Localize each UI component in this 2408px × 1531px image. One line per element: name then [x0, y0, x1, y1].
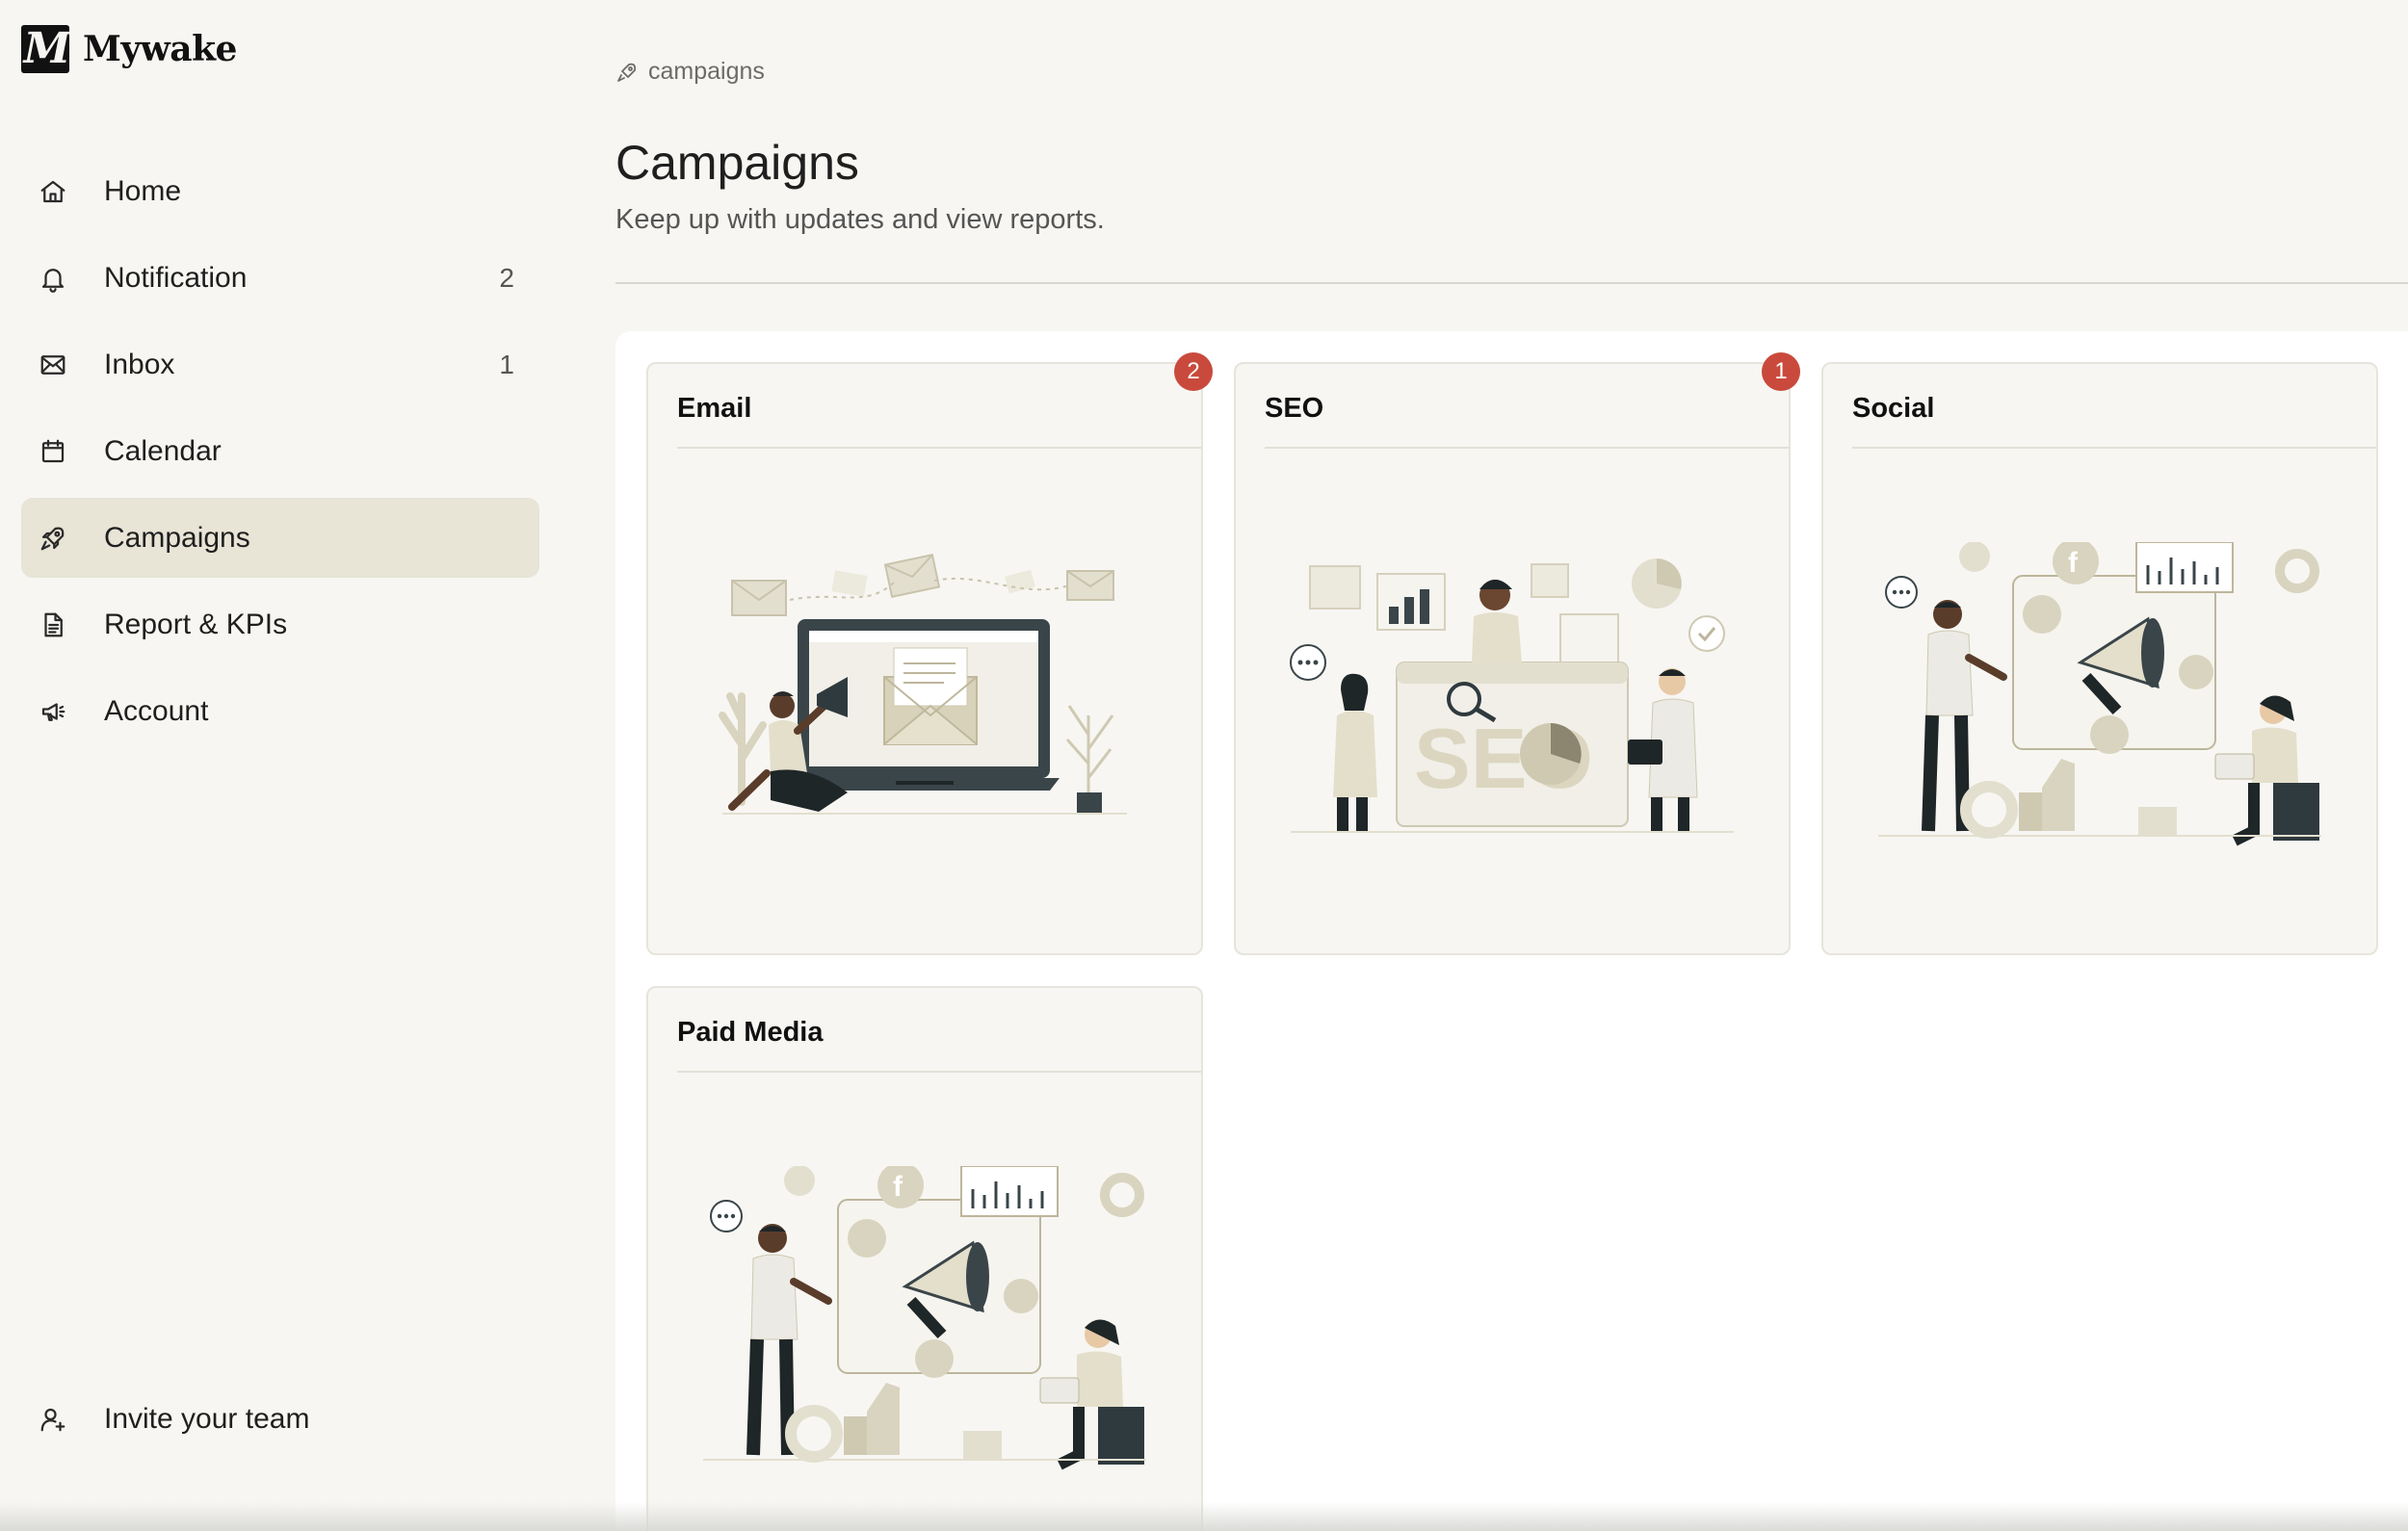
campaign-card-seo[interactable]: SEO 1 SEO: [1234, 352, 1800, 955]
page-subtitle: Keep up with updates and view reports.: [615, 204, 1105, 235]
notification-badge: 2: [1174, 352, 1213, 391]
inbox-count: 1: [499, 349, 514, 379]
sidebar-item-label: Account: [104, 694, 209, 727]
campaigns-panel: Email 2 SEO 1 SEO Social f Paid Media f: [615, 331, 2408, 1531]
card-divider: [677, 1071, 1201, 1073]
home-icon: [37, 175, 69, 208]
sidebar-item-label: Report & KPIs: [104, 608, 288, 640]
window-bottom-shadow: [0, 1502, 2408, 1531]
sidebar-item-notification[interactable]: Notification 2: [21, 238, 539, 318]
sidebar-item-label: Calendar: [104, 434, 222, 467]
mail-icon: [37, 349, 69, 381]
sidebar-item-label: Notification: [104, 261, 248, 294]
sidebar-item-label: Campaigns: [104, 521, 250, 554]
calendar-icon: [37, 435, 69, 468]
social-media-illustration: f: [1878, 542, 2321, 846]
card-divider: [1852, 447, 2376, 449]
app-name: Mywake: [83, 29, 237, 69]
sidebar: M Mywake Home Notification 2 Inbox 1 Cal…: [0, 0, 568, 1531]
card-title: SEO: [1265, 393, 1324, 424]
sidebar-item-calendar[interactable]: Calendar: [21, 411, 539, 491]
notification-badge: 1: [1762, 352, 1800, 391]
sidebar-item-account[interactable]: Account: [21, 671, 539, 751]
card-divider: [1265, 447, 1789, 449]
megaphone-icon: [37, 695, 69, 728]
card-divider: [677, 447, 1201, 449]
invite-team-button[interactable]: Invite your team: [21, 1379, 539, 1459]
breadcrumb-item[interactable]: campaigns: [648, 58, 765, 86]
card-title: Social: [1852, 393, 1935, 424]
document-icon: [37, 609, 69, 641]
notification-count: 2: [499, 262, 514, 293]
paid-media-illustration: f: [703, 1166, 1146, 1470]
rocket-icon: [37, 522, 69, 555]
app-logo[interactable]: M Mywake: [21, 25, 237, 73]
sidebar-item-label: Inbox: [104, 348, 175, 380]
svg-text:f: f: [2068, 547, 2079, 579]
sidebar-item-home[interactable]: Home: [21, 151, 539, 231]
seo-illustration: SEO: [1290, 558, 1734, 833]
page-title: Campaigns: [615, 136, 859, 190]
campaign-card-paid-media[interactable]: Paid Media f: [646, 986, 1203, 1531]
campaign-card-email[interactable]: Email 2: [646, 352, 1213, 955]
sidebar-item-label: Home: [104, 174, 182, 207]
logo-mark-icon: M: [21, 25, 70, 73]
email-marketing-illustration: [719, 553, 1127, 815]
sidebar-item-campaigns[interactable]: Campaigns: [21, 498, 539, 578]
rocket-icon: [617, 63, 637, 82]
sidebar-item-report-kpis[interactable]: Report & KPIs: [21, 584, 539, 664]
sidebar-nav: Home Notification 2 Inbox 1 Calendar Cam…: [21, 151, 539, 758]
invite-label: Invite your team: [104, 1402, 310, 1435]
card-title: Paid Media: [677, 1017, 824, 1048]
bell-icon: [37, 262, 69, 295]
campaign-card-social[interactable]: Social f: [1821, 362, 2378, 955]
add-user-icon: [37, 1403, 69, 1436]
header-divider: [615, 282, 2408, 284]
svg-text:f: f: [893, 1171, 903, 1203]
sidebar-item-inbox[interactable]: Inbox 1: [21, 324, 539, 404]
breadcrumb: campaigns: [615, 58, 765, 86]
card-title: Email: [677, 393, 752, 424]
